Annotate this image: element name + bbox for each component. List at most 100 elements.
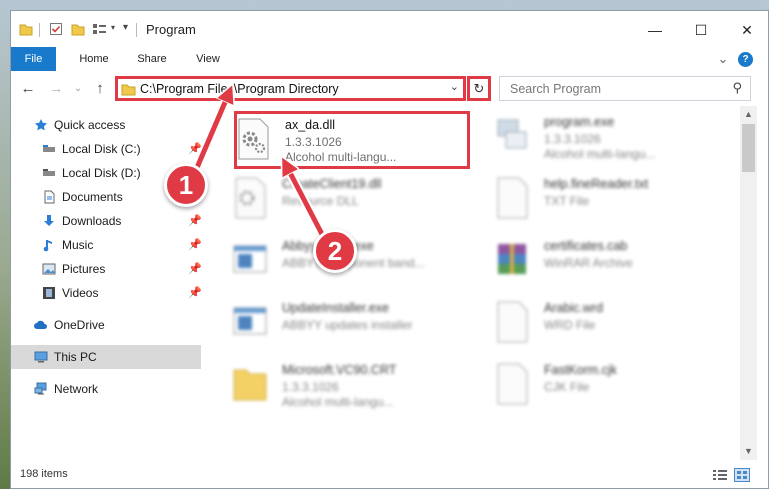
recent-locations-button[interactable]: ⌄	[67, 77, 89, 99]
scrollbar-thumb[interactable]	[742, 124, 755, 172]
file-description: Alcohol multi-langu...	[282, 395, 394, 409]
drive-icon	[43, 145, 55, 152]
sidebar-item-downloads[interactable]: Downloads 📌	[11, 209, 202, 233]
navigation-pane: Quick access Local Disk (C:) 📌 Local Dis…	[11, 111, 203, 456]
cloud-icon	[34, 320, 47, 329]
drive-icon	[43, 169, 55, 176]
file-type: Resource DLL	[282, 194, 359, 208]
quick-access-dropdown-icon[interactable]: ▾	[111, 23, 115, 32]
search-box[interactable]: Search Program ⚲	[499, 76, 751, 101]
folder-icon	[233, 369, 267, 401]
file-name: certificates.cab	[544, 239, 628, 253]
list-item[interactable]: Microsoft.VC90.CRT 1.3.3.1026 Alcohol mu…	[216, 356, 456, 414]
search-input[interactable]: Search Program	[510, 82, 601, 96]
sidebar-item-network[interactable]: Network	[11, 377, 201, 401]
blank-file-icon	[497, 301, 528, 343]
list-item[interactable]: UpdateInstaller.exe ABBYY updates instal…	[216, 294, 456, 352]
address-path[interactable]: C:\Program Files\Program Directory	[140, 82, 339, 96]
title-separator	[136, 23, 137, 37]
list-item[interactable]: ax_da.dll 1.3.3.1026 Alcohol multi-langu…	[219, 111, 459, 169]
tab-home[interactable]: Home	[69, 47, 119, 71]
maximize-button[interactable]: ☐	[678, 11, 724, 49]
pin-icon: 📌	[188, 263, 202, 275]
customize-toolbar-icon[interactable]: ▾	[123, 22, 128, 33]
pin-icon: 📌	[188, 215, 202, 227]
app-window-icon	[233, 307, 267, 335]
scroll-down-icon[interactable]: ▼	[740, 443, 757, 460]
sidebar-item-onedrive[interactable]: OneDrive	[11, 313, 201, 337]
pin-icon: 📌	[188, 239, 202, 251]
blank-file-icon	[497, 363, 528, 405]
winrar-icon	[498, 244, 526, 274]
sidebar-item-music[interactable]: Music 📌	[11, 233, 202, 257]
view-options-icon[interactable]	[92, 22, 108, 36]
pictures-icon	[42, 263, 56, 275]
network-icon	[34, 382, 47, 395]
refresh-button[interactable]: ↻	[467, 76, 491, 101]
document-icon	[44, 190, 55, 204]
sidebar-item-this-pc[interactable]: This PC	[11, 345, 201, 369]
file-name: ax_da.dll	[285, 118, 336, 132]
text-file-icon	[497, 177, 528, 219]
back-button[interactable]: ←	[17, 77, 39, 99]
close-button[interactable]: ✕	[724, 11, 768, 49]
file-name: UpdateInstaller.exe	[282, 301, 390, 315]
details-view-icon[interactable]	[712, 468, 728, 482]
list-item[interactable]: FastKorm.cjk CJK File	[478, 356, 718, 414]
computer-icon	[34, 351, 48, 363]
search-icon[interactable]: ⚲	[732, 80, 742, 96]
tiles-view-icon[interactable]	[734, 468, 750, 482]
up-button[interactable]: ↑	[89, 77, 111, 99]
file-explorer-window: ▾ ▾ Program — ☐ ✕ File Home Share View ⌄…	[10, 10, 769, 489]
file-type: WinRAR Archive	[544, 256, 633, 270]
step-1-badge: 1	[164, 163, 208, 207]
item-count: 198 items	[20, 468, 68, 480]
exe-icon	[497, 119, 527, 149]
file-version: 1.3.3.1026	[282, 380, 339, 394]
file-name: help.fineReader.txt	[544, 177, 649, 191]
dll-gear-icon	[235, 177, 266, 219]
list-item[interactable]: CreateClient19.dll Resource DLL	[216, 170, 456, 228]
list-item[interactable]: Arabic.wrd WRD File	[478, 294, 718, 352]
download-icon	[44, 215, 54, 226]
new-folder-icon[interactable]	[71, 22, 85, 36]
ribbon-expand-icon[interactable]: ⌄	[715, 47, 731, 71]
sidebar-item-videos[interactable]: Videos 📌	[11, 281, 202, 305]
dll-gear-icon	[238, 118, 269, 160]
toolbar-separator	[39, 23, 40, 37]
scroll-up-icon[interactable]: ▲	[740, 106, 757, 123]
file-type: CJK File	[544, 380, 590, 394]
tab-share[interactable]: Share	[128, 47, 176, 71]
pin-icon: 📌	[188, 287, 202, 299]
forward-button[interactable]: →	[45, 77, 67, 99]
file-description: Alcohol multi-langu...	[285, 150, 397, 164]
app-window-icon	[233, 245, 267, 273]
vertical-scrollbar[interactable]: ▲ ▼	[740, 106, 757, 460]
sidebar-item-quick-access[interactable]: Quick access	[11, 113, 201, 137]
title-bar: ▾ ▾ Program — ☐ ✕	[11, 11, 768, 49]
file-name: Microsoft.VC90.CRT	[282, 363, 397, 377]
sidebar-item-local-disk-c[interactable]: Local Disk (C:) 📌	[11, 137, 202, 161]
file-name: Arabic.wrd	[544, 301, 604, 315]
sidebar-item-pictures[interactable]: Pictures 📌	[11, 257, 202, 281]
address-dropdown-icon[interactable]: ⌄	[450, 80, 459, 93]
file-item-highlighted[interactable]: ax_da.dll 1.3.3.1026 Alcohol multi-langu…	[234, 111, 470, 169]
help-icon[interactable]: ?	[738, 52, 753, 67]
file-description: ABBYY updates installer	[282, 318, 413, 332]
file-list: ax_da.dll 1.3.3.1026 Alcohol multi-langu…	[216, 106, 740, 454]
folder-icon	[121, 84, 136, 96]
list-item[interactable]: program.exe 1.3.3.1026 Alcohol multi-lan…	[478, 108, 718, 166]
file-type: WRD File	[544, 318, 596, 332]
list-item[interactable]: certificates.cab WinRAR Archive	[478, 232, 718, 290]
file-version: 1.3.3.1026	[544, 132, 601, 146]
tab-view[interactable]: View	[186, 47, 230, 71]
list-item[interactable]: help.fineReader.txt TXT File	[478, 170, 718, 228]
folder-icon	[19, 24, 33, 36]
ribbon-tabs: File Home Share View ⌄ ?	[11, 47, 768, 71]
pin-icon: 📌	[188, 143, 202, 155]
minimize-button[interactable]: —	[632, 11, 678, 49]
address-bar[interactable]: C:\Program Files\Program Directory ⌄	[115, 76, 466, 101]
properties-icon[interactable]	[49, 22, 63, 36]
tab-file[interactable]: File	[11, 47, 56, 71]
file-description: Alcohol multi-langu...	[544, 147, 656, 161]
